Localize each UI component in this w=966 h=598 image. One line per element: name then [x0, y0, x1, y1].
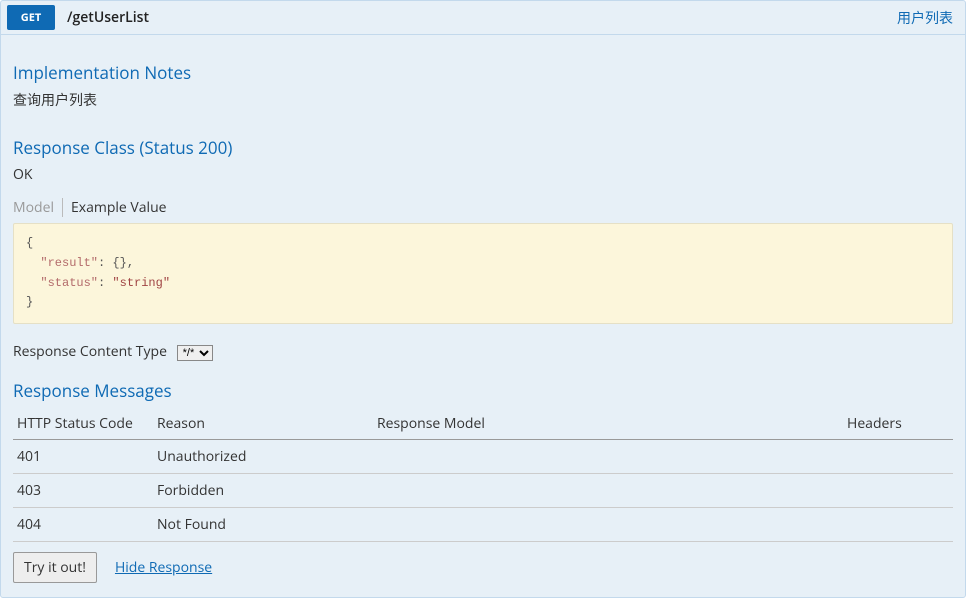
operation-path: /getUserList: [67, 8, 897, 27]
action-row: Try it out! Hide Response: [13, 552, 953, 583]
table-row: 404 Not Found: [13, 508, 953, 542]
col-reason: Reason: [153, 408, 373, 440]
implementation-notes-heading: Implementation Notes: [13, 61, 953, 84]
implementation-notes-text: 查询用户列表: [13, 90, 953, 110]
col-response-model: Response Model: [373, 408, 843, 440]
response-messages-heading: Response Messages: [13, 379, 953, 402]
status-reason: Forbidden: [153, 474, 373, 508]
example-value-code[interactable]: { "result": {}, "status": "string" }: [13, 223, 953, 324]
operation-summary-link[interactable]: 用户列表: [897, 8, 953, 28]
response-messages-table: HTTP Status Code Reason Response Model H…: [13, 408, 953, 542]
response-content-type-row: Response Content Type */*: [13, 342, 953, 361]
status-model: [373, 508, 843, 542]
response-class-heading: Response Class (Status 200): [13, 136, 953, 159]
tab-example-value[interactable]: Example Value: [67, 198, 171, 217]
response-content-type-select[interactable]: */*: [177, 345, 213, 361]
http-method-badge: GET: [7, 5, 55, 30]
status-reason: Unauthorized: [153, 440, 373, 474]
status-code: 404: [13, 508, 153, 542]
table-header-row: HTTP Status Code Reason Response Model H…: [13, 408, 953, 440]
status-headers: [843, 440, 953, 474]
status-headers: [843, 508, 953, 542]
table-row: 403 Forbidden: [13, 474, 953, 508]
hide-response-link[interactable]: Hide Response: [115, 558, 212, 577]
tab-model[interactable]: Model: [13, 198, 58, 217]
col-headers: Headers: [843, 408, 953, 440]
status-headers: [843, 474, 953, 508]
status-model: [373, 474, 843, 508]
operation-body: Implementation Notes 查询用户列表 Response Cla…: [1, 35, 965, 597]
schema-tabs: Model Example Value: [13, 198, 953, 217]
status-code: 401: [13, 440, 153, 474]
try-it-out-button[interactable]: Try it out!: [13, 552, 97, 583]
table-row: 401 Unauthorized: [13, 440, 953, 474]
tab-divider: [62, 198, 63, 217]
status-code: 403: [13, 474, 153, 508]
operation-panel: GET /getUserList 用户列表 Implementation Not…: [0, 0, 966, 598]
col-http-status: HTTP Status Code: [13, 408, 153, 440]
response-content-type-label: Response Content Type: [13, 342, 167, 361]
status-model: [373, 440, 843, 474]
status-reason: Not Found: [153, 508, 373, 542]
operation-header[interactable]: GET /getUserList 用户列表: [1, 1, 965, 35]
response-class-status: OK: [13, 165, 953, 184]
